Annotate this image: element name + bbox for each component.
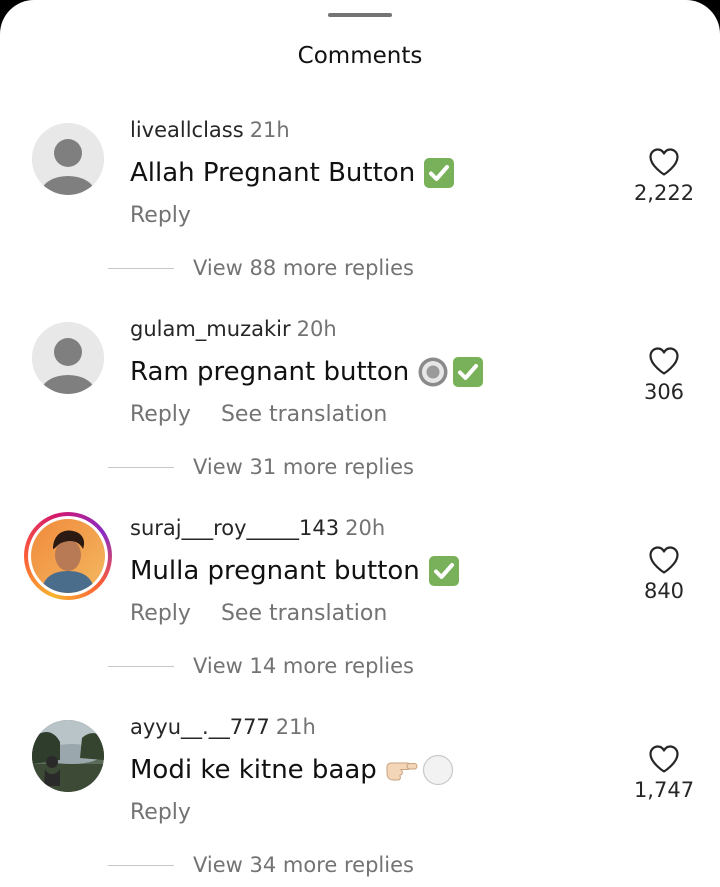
avatar-story-ring[interactable] [24, 512, 112, 600]
comment-item: gulam_muzakir 20h Ram pregnant button Rep… [0, 317, 720, 521]
like-block: 1,747 [610, 744, 718, 802]
view-replies-row[interactable]: View 34 more replies [108, 853, 414, 877]
reply-button[interactable]: Reply [130, 203, 191, 228]
comment-body: Allah Pregnant Button [130, 158, 416, 188]
emoji-group [428, 555, 460, 587]
heart-icon[interactable] [648, 744, 680, 774]
like-count: 306 [643, 380, 685, 404]
timestamp: 20h [296, 317, 337, 341]
emoji-group [385, 754, 454, 786]
comment-body: Mulla pregnant button [130, 556, 420, 586]
heart-icon[interactable] [648, 147, 680, 177]
view-replies-row[interactable]: View 31 more replies [108, 455, 414, 479]
comment-item: suraj___roy_____143 20h Mulla pregnant bu… [0, 512, 720, 720]
view-replies-button[interactable]: View 34 more replies [193, 853, 414, 877]
comment-meta: suraj___roy_____143 20h [130, 516, 385, 540]
comment-text: Ram pregnant button [130, 356, 484, 388]
check-mark-icon [428, 556, 459, 586]
default-avatar-icon [32, 322, 104, 394]
replies-divider [108, 466, 174, 468]
view-replies-button[interactable]: View 31 more replies [193, 455, 414, 479]
comment-text: Modi ke kitne baap [130, 754, 454, 786]
view-replies-row[interactable]: View 14 more replies [108, 654, 414, 678]
timestamp: 21h [249, 118, 290, 142]
username[interactable]: gulam_muzakir [130, 317, 291, 341]
replies-divider [108, 267, 174, 269]
comment-body: Modi ke kitne baap [130, 755, 377, 785]
like-count: 2,222 [633, 181, 695, 205]
like-block: 306 [610, 346, 718, 404]
comment-text: Mulla pregnant button [130, 555, 460, 587]
view-replies-button[interactable]: View 14 more replies [193, 654, 414, 678]
reply-button[interactable]: Reply [130, 601, 191, 626]
like-block: 840 [610, 545, 718, 603]
comment-text: Allah Pregnant Button [130, 157, 455, 189]
heart-icon[interactable] [648, 346, 680, 376]
comment-item: liveallclass 21h Allah Pregnant Button Re… [0, 118, 720, 322]
radio-button-icon [418, 357, 448, 387]
see-translation-button[interactable]: See translation [221, 601, 387, 626]
sheet-title: Comments [297, 43, 423, 69]
pointing-right-hand-icon [386, 762, 418, 781]
avatar[interactable] [32, 123, 104, 195]
comment-meta: liveallclass 21h [130, 118, 290, 142]
comment-item: ayyu__.__777 21h Modi ke kitne baap Reply… [0, 715, 720, 887]
replies-divider [108, 665, 174, 667]
view-replies-button[interactable]: View 88 more replies [193, 256, 414, 280]
check-mark-icon [453, 357, 484, 387]
avatar[interactable] [32, 720, 104, 792]
like-count: 1,747 [633, 778, 695, 802]
timestamp: 20h [345, 516, 386, 540]
drag-handle[interactable] [328, 13, 392, 17]
view-replies-row[interactable]: View 88 more replies [108, 256, 414, 280]
replies-divider [108, 864, 174, 866]
comment-body: Ram pregnant button [130, 357, 410, 387]
comments-sheet: Comments liveallclass 21h Allah Pregnant … [0, 0, 720, 887]
reply-button[interactable]: Reply [130, 402, 191, 427]
comment-actions: Reply [130, 203, 191, 228]
comment-actions: Reply [130, 800, 191, 825]
check-mark-icon [424, 158, 455, 188]
avatar-photo [31, 519, 105, 593]
username[interactable]: suraj___roy_____143 [130, 516, 339, 540]
default-avatar-icon [32, 123, 104, 195]
emoji-group [423, 157, 455, 189]
comment-meta: ayyu__.__777 21h [130, 715, 316, 739]
emoji-group [417, 356, 484, 388]
comment-meta: gulam_muzakir 20h [130, 317, 337, 341]
comment-actions: Reply See translation [130, 402, 387, 427]
profile-photo [32, 720, 104, 792]
reply-button[interactable]: Reply [130, 800, 191, 825]
see-translation-button[interactable]: See translation [221, 402, 387, 427]
like-count: 840 [643, 579, 685, 603]
profile-photo [31, 519, 105, 593]
like-block: 2,222 [610, 147, 718, 205]
timestamp: 21h [275, 715, 316, 739]
avatar[interactable] [32, 322, 104, 394]
comment-actions: Reply See translation [130, 601, 387, 626]
white-circle-icon [422, 754, 453, 786]
username[interactable]: ayyu__.__777 [130, 715, 270, 739]
username[interactable]: liveallclass [130, 118, 244, 142]
heart-icon[interactable] [648, 545, 680, 575]
